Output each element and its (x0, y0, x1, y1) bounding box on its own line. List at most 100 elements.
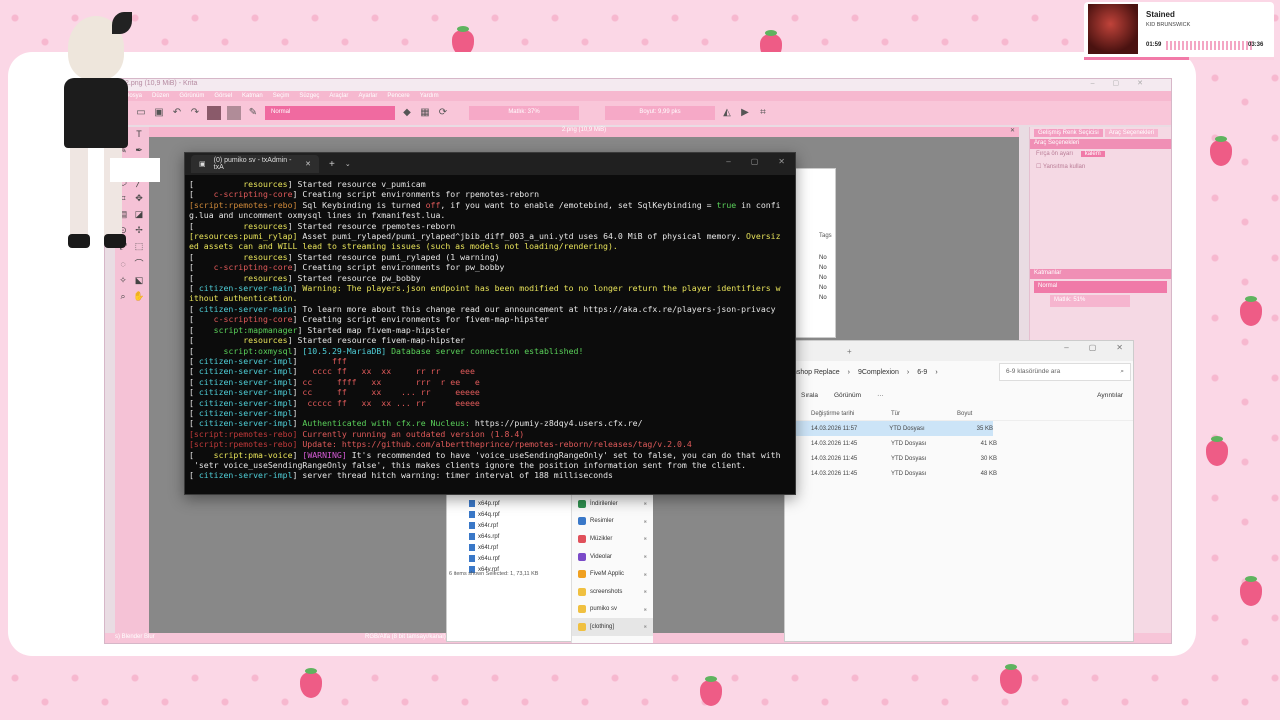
file-item[interactable]: x64s.rpf (469, 532, 500, 543)
nav-item-screenshots[interactable]: screenshots (572, 583, 653, 601)
terminal-text: ithout authentication. (189, 293, 298, 304)
background-color-swatch[interactable] (227, 106, 241, 120)
file-item[interactable]: x64p.rpf (469, 499, 500, 510)
view-button[interactable]: Görünüm (834, 392, 861, 399)
file-type: YTD Dosyası (891, 440, 927, 447)
col-type[interactable]: Tür (891, 411, 957, 417)
tab-color-selector[interactable]: Gelişmiş Renk Seçicisi (1034, 129, 1103, 137)
similar-select-icon[interactable]: ⬕ (133, 275, 145, 287)
file-row[interactable]: 14.03.2026 11:45 YTD Dosyası 41 KB (785, 436, 1133, 451)
ellipse-select-icon[interactable]: ◌ (117, 259, 129, 271)
file-size: 41 KB (980, 440, 997, 447)
layer-blend-select[interactable]: Normal (1034, 281, 1167, 293)
foreground-color-swatch[interactable] (207, 106, 221, 120)
status-text: 6 items shown Selected: 1, 73,11 KB (449, 571, 539, 577)
redo-icon[interactable]: ↷ (189, 107, 201, 119)
mirror-vertical-icon[interactable]: ▶ (739, 107, 751, 119)
mirror-icon[interactable]: ◭ (721, 107, 733, 119)
details-button[interactable]: Ayrıntılar (1097, 392, 1123, 399)
strawberry-decoration (1206, 436, 1228, 466)
terminal-line: [ resources] Started resource fivem-map-… (189, 335, 791, 345)
more-button[interactable]: ··· (877, 392, 884, 399)
alpha-lock-icon[interactable]: ▦ (419, 107, 431, 119)
terminal-line: [script:rpemotes-rebo] Currently running… (189, 429, 791, 439)
blend-mode-select[interactable]: Normal (265, 106, 395, 120)
menu-item[interactable]: Yardım (420, 93, 439, 99)
col-size[interactable]: Boyut (957, 411, 997, 417)
address-bar[interactable]: mshop Replace › 9Complexion › 6-9 › 6-9 … (785, 361, 1133, 383)
save-icon[interactable]: ▣ (153, 107, 165, 119)
window-controls[interactable]: –▢✕ (1064, 343, 1123, 352)
terminal-text: script:oxmysql (223, 345, 293, 356)
crop-icon[interactable]: ⌗ (757, 107, 769, 119)
lasso-tool-icon[interactable]: ⌒ (133, 257, 145, 269)
terminal-output[interactable]: [ resources] Started resource v_pumicam[… (185, 175, 795, 495)
terminal-line: [ citizen-server-impl] cccc ff xx xx rr … (189, 366, 791, 376)
menu-item[interactable]: Araçlar (329, 93, 348, 99)
nav-item-music[interactable]: Müzikler (572, 530, 653, 548)
file-row[interactable]: 14.03.2026 11:45 YTD Dosyası 48 KB (785, 466, 1133, 481)
docker-tabs: Gelişmiş Renk Seçicisi Araç Seçenekleri (1030, 127, 1171, 139)
breadcrumb-item[interactable]: mshop Replace (791, 369, 840, 376)
terminal-tab[interactable]: ▣ (0) pumiko sv - txAdmin - txA ✕ (191, 155, 319, 173)
mirror-label: Yansıtma kullan (1042, 164, 1086, 170)
search-input[interactable]: 6-9 klasöründe ara ⌕ (999, 363, 1131, 381)
file-item[interactable]: x64t.rpf (469, 543, 500, 554)
menu-item[interactable]: Seçim (273, 93, 290, 99)
menu-item[interactable]: Görsel (214, 93, 232, 99)
breadcrumb-item[interactable]: 6-9 (917, 369, 927, 376)
terminal-text: ] Started resource v_pumicam (287, 179, 426, 189)
chevron-down-icon[interactable]: ⌄ (345, 160, 351, 168)
close-tab-icon[interactable]: ✕ (305, 160, 311, 168)
file-item[interactable]: x64r.rpf (469, 521, 500, 532)
layer-opacity-slider[interactable]: Matlık: 51% (1050, 295, 1130, 307)
menu-item[interactable]: Ayarlar (358, 93, 377, 99)
new-tab-icon[interactable]: + (847, 347, 852, 356)
file-item[interactable]: x64u.rpf (469, 554, 500, 565)
nav-item-clothing[interactable]: [clothing] (572, 618, 653, 636)
breadcrumb-item[interactable]: 9Complexion (858, 369, 899, 376)
document-tab[interactable]: 2.png (10,9 MiB) ✕ (149, 127, 1019, 137)
close-document-icon[interactable]: ✕ (1010, 127, 1015, 134)
size-slider[interactable]: Boyut: 9,99 pks (605, 106, 715, 120)
opacity-slider[interactable]: Matlık: 37% (469, 106, 579, 120)
new-tab-icon[interactable]: + (329, 159, 335, 170)
file-row[interactable]: 14.03.2026 11:57 YTD Dosyası 35 KB (785, 421, 993, 436)
brush-preset-icon[interactable]: ✎ (247, 107, 259, 119)
undo-icon[interactable]: ↶ (171, 107, 183, 119)
terminal-text: Currently running an outdated version (1… (297, 428, 525, 439)
menu-item[interactable]: Süzgeç (299, 93, 319, 99)
file-row[interactable]: 14.03.2026 11:45 YTD Dosyası 30 KB (785, 451, 1133, 466)
eraser-icon[interactable]: ◆ (401, 107, 413, 119)
menu-item[interactable]: Katman (242, 93, 263, 99)
nav-item-pictures[interactable]: Resimler (572, 513, 653, 531)
reload-icon[interactable]: ⟳ (437, 107, 449, 119)
strawberry-decoration (1240, 296, 1262, 326)
nav-item-videos[interactable]: Videolar (572, 548, 653, 566)
col-date[interactable]: Değiştirme tarihi (811, 411, 891, 417)
terminal-text: citizen-server-impl (198, 470, 293, 481)
tag-value: No (819, 295, 827, 301)
menu-item[interactable]: Görünüm (179, 93, 204, 99)
nav-item-fivem[interactable]: FiveM Applic (572, 565, 653, 583)
zoom-tool-icon[interactable]: ⌕ (117, 291, 129, 303)
layers-title: Katmanlar (1030, 269, 1171, 279)
magic-wand-icon[interactable]: ✧ (117, 275, 129, 287)
pan-tool-icon[interactable]: ✋ (133, 291, 145, 303)
tab-tool-options[interactable]: Araç Seçenekleri (1104, 129, 1159, 137)
terminal-text: [ (189, 262, 214, 273)
terminal-text: Sql Keybinding is turned (297, 199, 426, 210)
checkbox[interactable]: ☐ (1036, 164, 1041, 170)
window-controls[interactable]: –▢✕ (726, 157, 785, 166)
menu-item[interactable]: Pencere (387, 93, 409, 99)
window-controls[interactable]: –▢✕ (1091, 79, 1161, 87)
strawberry-decoration (1240, 576, 1262, 606)
brush-preset-select[interactable]: kalem (1080, 151, 1105, 157)
terminal-text: ] Started resource rpemotes-reborn (287, 220, 456, 231)
sort-button[interactable]: Sırala (801, 392, 818, 399)
nav-item-downloads[interactable]: İndirilenler (572, 495, 653, 513)
nav-item-pumiko[interactable]: pumiko sv (572, 601, 653, 619)
file-item[interactable]: x64q.rpf (469, 510, 500, 521)
menu-item[interactable]: Düzen (152, 93, 169, 99)
terminal-line: [ c-scripting-core] Creating script envi… (189, 189, 791, 199)
